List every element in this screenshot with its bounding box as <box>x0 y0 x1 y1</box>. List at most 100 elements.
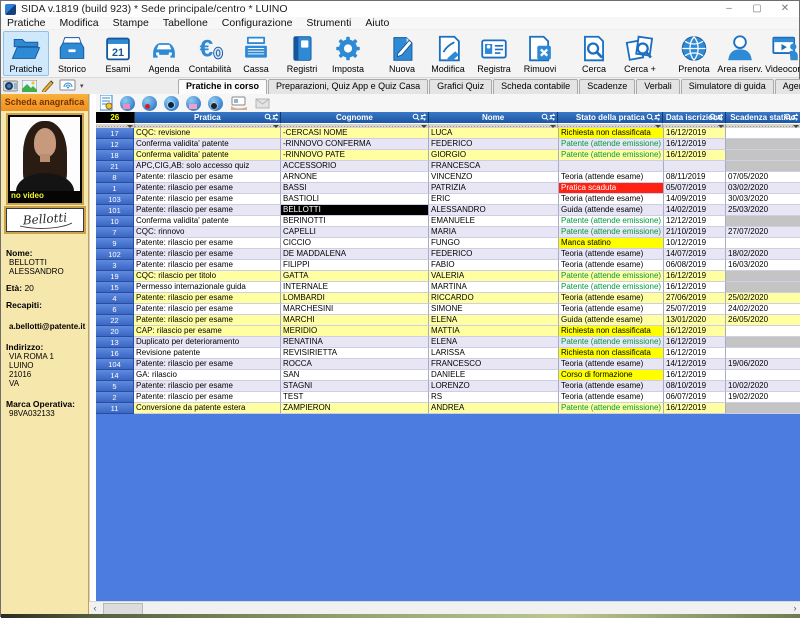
cell-stato[interactable]: Patente (attende emissione) <box>559 337 664 348</box>
cell-scadenza-statino[interactable] <box>726 326 800 337</box>
cell-data-iscrizione[interactable]: 06/08/2019 <box>664 260 726 271</box>
cell-data-iscrizione[interactable]: 14/07/2019 <box>664 249 726 260</box>
cell-pratica[interactable]: GA: rilascio <box>134 370 281 381</box>
cell-scadenza-statino[interactable]: 19/06/2020 <box>726 359 800 370</box>
table-row[interactable]: 22Patente: rilascio per esameMARCHIELENA… <box>96 315 800 326</box>
cell-nome[interactable]: RICCARDO <box>429 293 559 304</box>
row-number[interactable]: 18 <box>96 150 134 161</box>
cell-pratica[interactable]: CQC: rilascio per titolo <box>134 271 281 282</box>
row-number[interactable]: 22 <box>96 315 134 326</box>
table-row[interactable]: 19CQC: rilascio per titoloGATTAVALERIAPa… <box>96 271 800 282</box>
cell-stato[interactable]: Richiesta non classificata <box>559 128 664 139</box>
cell-nome[interactable]: RS <box>429 392 559 403</box>
table-row[interactable]: 21APC,CIG,AB: solo accesso quizACCESSORI… <box>96 161 800 172</box>
cell-nome[interactable]: FEDERICO <box>429 139 559 150</box>
table-row[interactable]: 2Patente: rilascio per esameTESTRSTeoria… <box>96 392 800 403</box>
cell-data-iscrizione[interactable]: 16/12/2019 <box>664 139 726 150</box>
cell-stato[interactable]: Corso di formazione <box>559 370 664 381</box>
contabilit--button[interactable]: €Contabilità <box>187 31 233 76</box>
row-number[interactable]: 5 <box>96 381 134 392</box>
cell-data-iscrizione[interactable]: 16/12/2019 <box>664 370 726 381</box>
row-number[interactable]: 104 <box>96 359 134 370</box>
cell-cognome[interactable]: BELLOTTI <box>281 205 429 216</box>
row-number[interactable]: 103 <box>96 194 134 205</box>
row-number[interactable]: 20 <box>96 326 134 337</box>
cell-stato[interactable] <box>559 161 664 172</box>
cell-nome[interactable]: ALESSANDRO <box>429 205 559 216</box>
table-row[interactable]: 20CAP: rilascio per esameMERIDIOMATTIARi… <box>96 326 800 337</box>
cell-nome[interactable]: EMANUELE <box>429 216 559 227</box>
cell-pratica[interactable]: Patente: rilascio per esame <box>134 260 281 271</box>
cell-pratica[interactable]: Patente: rilascio per esame <box>134 238 281 249</box>
cell-stato[interactable]: Teoria (attende esame) <box>559 172 664 183</box>
webcam-card-icon[interactable] <box>120 96 135 111</box>
cell-scadenza-statino[interactable]: 25/02/2020 <box>726 293 800 304</box>
cell-pratica[interactable]: Permesso internazionale guida <box>134 282 281 293</box>
webcam-gear-icon[interactable] <box>208 96 223 111</box>
cell-cognome[interactable]: -CERCASI NOME <box>281 128 429 139</box>
table-row[interactable]: 9Patente: rilascio per esameCICCIOFUNGOM… <box>96 238 800 249</box>
cell-nome[interactable]: DANIELE <box>429 370 559 381</box>
menu-stampe[interactable]: Stampe <box>113 17 149 29</box>
cell-cognome[interactable]: SAN <box>281 370 429 381</box>
nuova-button[interactable]: Nuova <box>379 31 425 76</box>
cell-pratica[interactable]: Revisione patente <box>134 348 281 359</box>
cell-stato[interactable]: Teoria (attende esame) <box>559 260 664 271</box>
menu-aiuto[interactable]: Aiuto <box>365 17 389 29</box>
cell-stato[interactable]: Patente (attende emissione) <box>559 282 664 293</box>
modifica-button[interactable]: Modifica <box>425 31 471 76</box>
cell-cognome[interactable]: RENATINA <box>281 337 429 348</box>
cell-cognome[interactable]: CICCIO <box>281 238 429 249</box>
row-number[interactable]: 4 <box>96 293 134 304</box>
row-number[interactable]: 16 <box>96 348 134 359</box>
agenda-button[interactable]: Agenda <box>141 31 187 76</box>
row-number[interactable]: 11 <box>96 403 134 414</box>
cell-stato[interactable]: Teoria (attende esame) <box>559 392 664 403</box>
cell-data-iscrizione[interactable]: 21/10/2019 <box>664 227 726 238</box>
cell-nome[interactable]: MATTIA <box>429 326 559 337</box>
horizontal-scrollbar[interactable]: ‹ › <box>89 601 800 614</box>
email-value[interactable]: a.bellotti@patente.it <box>6 322 85 331</box>
storico-button[interactable]: Storico <box>49 31 95 76</box>
license-hand-icon[interactable] <box>230 96 248 110</box>
table-row[interactable]: 103Patente: rilascio per esameBASTIOLIER… <box>96 194 800 205</box>
cell-nome[interactable]: ELENA <box>429 337 559 348</box>
row-number[interactable]: 9 <box>96 238 134 249</box>
table-row[interactable]: 5Patente: rilascio per esameSTAGNILORENZ… <box>96 381 800 392</box>
cell-pratica[interactable]: Patente: rilascio per esame <box>134 249 281 260</box>
videocorsi-button[interactable]: Videocorsi <box>763 31 800 76</box>
menu-tabellone[interactable]: Tabellone <box>163 17 208 29</box>
cell-scadenza-statino[interactable] <box>726 370 800 381</box>
cell-stato[interactable]: Patente (attende emissione) <box>559 216 664 227</box>
cell-data-iscrizione[interactable]: 06/07/2019 <box>664 392 726 403</box>
table-row[interactable]: 7CQC: rinnovoCAPELLIMARIAPatente (attend… <box>96 227 800 238</box>
cell-pratica[interactable]: Patente: rilascio per esame <box>134 194 281 205</box>
tab-grafici-quiz[interactable]: Grafici Quiz <box>429 79 492 94</box>
registri-button[interactable]: Registri <box>279 31 325 76</box>
cell-scadenza-statino[interactable]: 16/03/2020 <box>726 260 800 271</box>
cell-stato[interactable]: Patente (attende emissione) <box>559 150 664 161</box>
tab-verbali[interactable]: Verbali <box>636 79 680 94</box>
cell-cognome[interactable]: MARCHESINI <box>281 304 429 315</box>
cell-cognome[interactable]: BASTIOLI <box>281 194 429 205</box>
area-riserv--button[interactable]: Area riserv. <box>717 31 763 76</box>
cell-scadenza-statino[interactable] <box>726 139 800 150</box>
cell-pratica[interactable]: APC,CIG,AB: solo accesso quiz <box>134 161 281 172</box>
cell-data-iscrizione[interactable]: 16/12/2019 <box>664 128 726 139</box>
row-number[interactable]: 3 <box>96 260 134 271</box>
cell-nome[interactable]: FEDERICO <box>429 249 559 260</box>
cell-pratica[interactable]: Patente: rilascio per esame <box>134 315 281 326</box>
column-header-pratica[interactable]: Pratica <box>135 112 282 123</box>
cell-scadenza-statino[interactable]: 26/05/2020 <box>726 315 800 326</box>
cell-nome[interactable]: LUCA <box>429 128 559 139</box>
cell-scadenza-statino[interactable] <box>726 282 800 293</box>
table-row[interactable]: 11Conversione da patente esteraZAMPIERON… <box>96 403 800 414</box>
rimuovi-button[interactable]: Rimuovi <box>517 31 563 76</box>
esami-button[interactable]: 21Esami <box>95 31 141 76</box>
cell-cognome[interactable]: FILIPPI <box>281 260 429 271</box>
cell-scadenza-statino[interactable] <box>726 150 800 161</box>
cell-nome[interactable]: MARTINA <box>429 282 559 293</box>
cell-data-iscrizione[interactable]: 16/12/2019 <box>664 271 726 282</box>
row-number[interactable]: 1 <box>96 183 134 194</box>
menu-pratiche[interactable]: Pratiche <box>7 17 46 29</box>
